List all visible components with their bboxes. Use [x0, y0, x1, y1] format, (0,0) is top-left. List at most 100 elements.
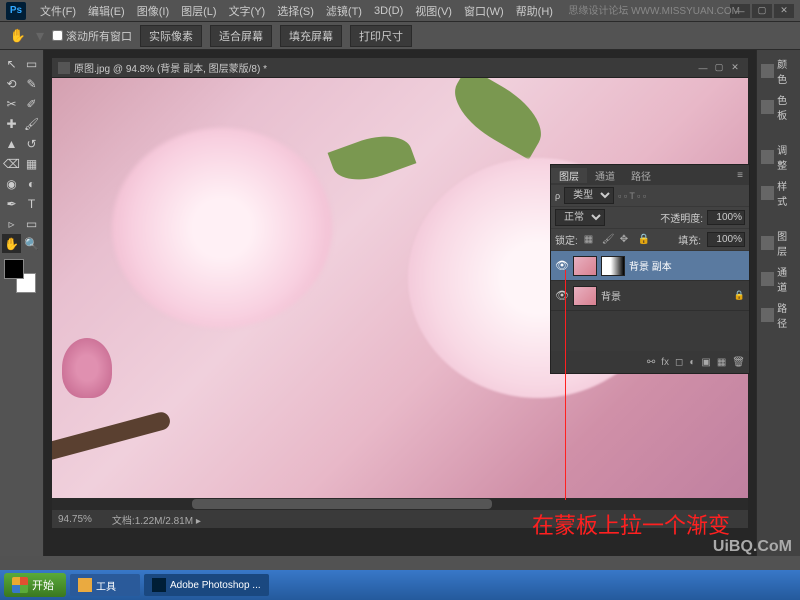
menu-3d[interactable]: 3D(D) — [368, 5, 409, 17]
image-bud — [62, 338, 112, 398]
visibility-icon[interactable]: 👁 — [555, 259, 569, 272]
group-icon[interactable]: ▣ — [701, 357, 710, 368]
menu-layer[interactable]: 图层(L) — [175, 3, 222, 19]
gradient-tool[interactable]: ▦ — [22, 154, 41, 173]
adjustment-layer-icon[interactable]: ◐ — [689, 357, 695, 368]
maximize-button[interactable]: ▢ — [752, 4, 772, 18]
lock-position-icon[interactable]: ✥ — [620, 234, 632, 246]
shape-tool[interactable]: ▭ — [22, 214, 41, 233]
dock-channels[interactable]: 通道 — [759, 262, 798, 296]
actual-pixels-button[interactable]: 实际像素 — [140, 25, 202, 47]
lock-transparency-icon[interactable]: ▦ — [584, 234, 596, 246]
path-select-tool[interactable]: ▹ — [2, 214, 21, 233]
color-icon — [761, 64, 774, 78]
paths-icon — [761, 308, 774, 322]
type-tool[interactable]: T — [22, 194, 41, 213]
document-tab[interactable]: 原图.jpg @ 94.8% (背景 副本, 图层蒙版/8) * — ▢ ✕ — [52, 58, 748, 78]
layer-filter-select[interactable]: 类型 — [564, 187, 614, 204]
foreground-color[interactable] — [4, 259, 24, 279]
quick-select-tool[interactable]: ✎ — [22, 74, 41, 93]
print-size-button[interactable]: 打印尺寸 — [350, 25, 412, 47]
fill-screen-button[interactable]: 填充屏幕 — [280, 25, 342, 47]
paths-tab[interactable]: 路径 — [623, 168, 659, 183]
dock-swatches[interactable]: 色板 — [759, 90, 798, 124]
dock-paths[interactable]: 路径 — [759, 298, 798, 332]
fill-label: 填充: — [678, 232, 701, 247]
menu-window[interactable]: 窗口(W) — [458, 3, 510, 19]
layer-name[interactable]: 背景 副本 — [629, 258, 672, 273]
layer-row-background[interactable]: 👁 背景 🔒 — [551, 281, 749, 311]
dock-adjustments[interactable]: 调整 — [759, 140, 798, 174]
taskbar-item-tools[interactable]: 工具 — [70, 574, 140, 596]
move-tool[interactable]: ↖ — [2, 54, 21, 73]
layer-style-icon[interactable]: fx — [661, 357, 669, 368]
layers-icon — [761, 236, 774, 250]
menu-help[interactable]: 帮助(H) — [510, 3, 559, 19]
menu-image[interactable]: 图像(I) — [131, 3, 175, 19]
layer-mask-thumbnail[interactable] — [601, 256, 625, 276]
healing-tool[interactable]: ✚ — [2, 114, 21, 133]
swatches-icon — [761, 100, 774, 114]
crop-tool[interactable]: ✂ — [2, 94, 21, 113]
layer-thumbnail[interactable] — [573, 256, 597, 276]
doc-minimize-button[interactable]: — — [696, 61, 710, 75]
layer-mask-icon[interactable]: ◻ — [675, 357, 683, 368]
ps-logo: Ps — [6, 2, 26, 20]
options-bar: ✋ ▾ 滚动所有窗口 实际像素 适合屏幕 填充屏幕 打印尺寸 — [0, 22, 800, 50]
menu-file[interactable]: 文件(F) — [34, 3, 82, 19]
layer-thumbnail[interactable] — [573, 286, 597, 306]
eraser-tool[interactable]: ⌫ — [2, 154, 21, 173]
dock-styles[interactable]: 样式 — [759, 176, 798, 210]
close-button[interactable]: ✕ — [774, 4, 794, 18]
channels-icon — [761, 272, 774, 286]
taskbar: 开始 工具 Adobe Photoshop ... — [0, 570, 800, 600]
layer-name[interactable]: 背景 — [601, 288, 621, 303]
panel-menu-icon[interactable]: ≡ — [731, 170, 749, 181]
menu-type[interactable]: 文字(Y) — [223, 3, 272, 19]
zoom-tool[interactable]: 🔍 — [22, 234, 41, 253]
dock-layers[interactable]: 图层 — [759, 226, 798, 260]
hand-tool-icon: ✋ — [8, 27, 28, 45]
brush-tool[interactable]: 🖌 — [22, 114, 41, 133]
lock-pixels-icon[interactable]: 🖌 — [602, 234, 614, 246]
scroll-all-windows-checkbox[interactable]: 滚动所有窗口 — [52, 28, 132, 44]
dodge-tool[interactable]: ◐ — [22, 174, 41, 193]
image-leaf — [442, 78, 554, 160]
eyedropper-tool[interactable]: ✐ — [22, 94, 41, 113]
layer-row-copy[interactable]: 👁 背景 副本 — [551, 251, 749, 281]
lock-icon: 🔒 — [734, 290, 745, 301]
history-brush-tool[interactable]: ↺ — [22, 134, 41, 153]
lock-all-icon[interactable]: 🔒 — [638, 234, 650, 246]
opacity-input[interactable] — [707, 210, 745, 225]
taskbar-item-photoshop[interactable]: Adobe Photoshop ... — [144, 574, 269, 596]
blur-tool[interactable]: ◉ — [2, 174, 21, 193]
right-dock: 颜色 色板 调整 样式 图层 通道 路径 — [756, 50, 800, 556]
menu-filter[interactable]: 滤镜(T) — [320, 3, 368, 19]
pen-tool[interactable]: ✒ — [2, 194, 21, 213]
fill-input[interactable] — [707, 232, 745, 247]
delete-layer-icon[interactable]: 🗑 — [732, 357, 745, 368]
link-layers-icon[interactable]: ⚯ — [647, 357, 655, 368]
menu-edit[interactable]: 编辑(E) — [82, 3, 131, 19]
layers-tab[interactable]: 图层 — [551, 168, 587, 183]
visibility-icon[interactable]: 👁 — [555, 289, 569, 302]
hand-tool[interactable]: ✋ — [2, 234, 21, 253]
lasso-tool[interactable]: ⟲ — [2, 74, 21, 93]
stamp-tool[interactable]: ▲ — [2, 134, 21, 153]
start-button[interactable]: 开始 — [4, 573, 66, 597]
dock-color[interactable]: 颜色 — [759, 54, 798, 88]
doc-close-button[interactable]: ✕ — [728, 61, 742, 75]
menu-view[interactable]: 视图(V) — [409, 3, 458, 19]
scroll-all-label: 滚动所有窗口 — [66, 28, 132, 44]
zoom-level[interactable]: 94.75% — [58, 514, 92, 525]
marquee-tool[interactable]: ▭ — [22, 54, 41, 73]
scrollbar-thumb[interactable] — [192, 499, 492, 509]
blend-mode-select[interactable]: 正常 — [555, 209, 605, 226]
channels-tab[interactable]: 通道 — [587, 168, 623, 183]
fit-screen-button[interactable]: 适合屏幕 — [210, 25, 272, 47]
document-title: 原图.jpg @ 94.8% (背景 副本, 图层蒙版/8) * — [74, 60, 267, 75]
new-layer-icon[interactable]: ▦ — [717, 357, 726, 368]
menu-select[interactable]: 选择(S) — [271, 3, 320, 19]
doc-maximize-button[interactable]: ▢ — [712, 61, 726, 75]
color-swatch[interactable] — [2, 259, 38, 295]
